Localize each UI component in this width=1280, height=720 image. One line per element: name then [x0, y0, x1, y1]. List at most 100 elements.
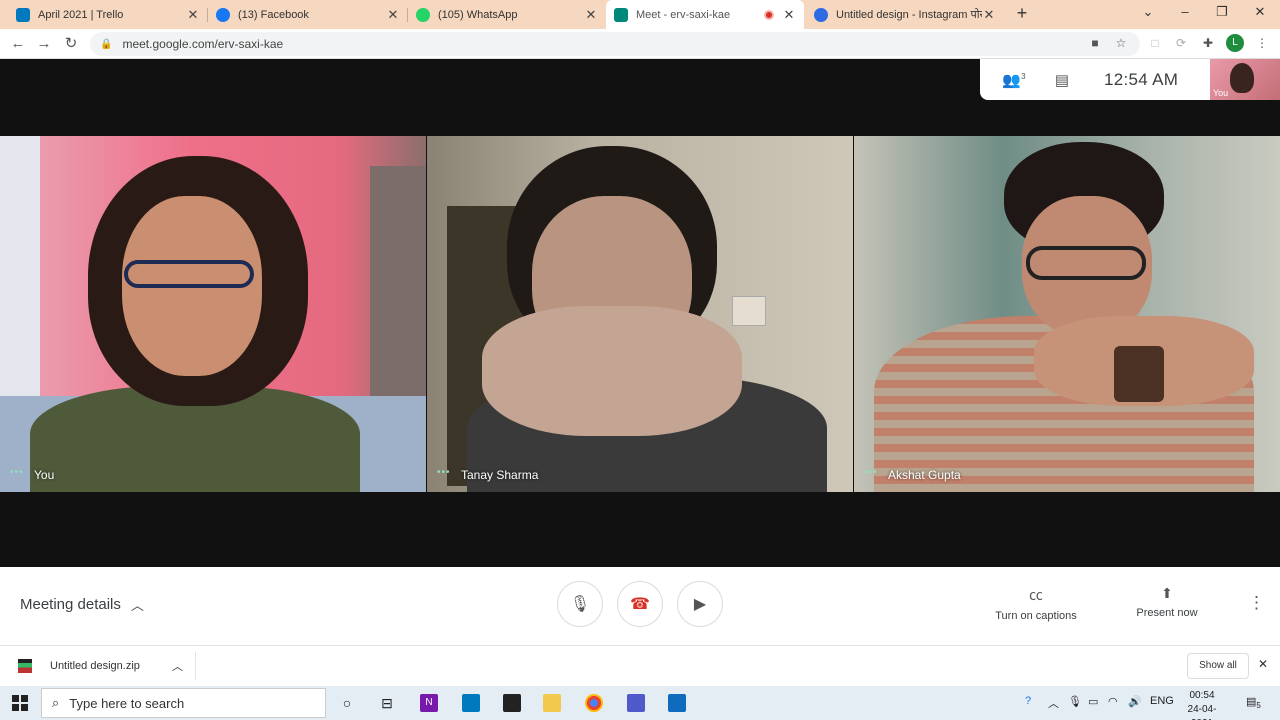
canva-icon: [814, 7, 828, 22]
hang-up-icon: ☎: [630, 596, 650, 613]
participant-name: Tanay Sharma: [461, 468, 539, 482]
tab-meet[interactable]: Meet - erv-saxi-kae ✕: [606, 0, 804, 29]
sticky-notes-icon[interactable]: [503, 694, 521, 712]
tab-whatsapp[interactable]: (105) WhatsApp ✕: [408, 0, 606, 29]
lock-icon: 🔒: [100, 38, 113, 50]
meet-icon: [614, 7, 628, 22]
close-icon[interactable]: ✕: [982, 7, 996, 23]
volume-icon[interactable]: 🔊: [1128, 695, 1142, 708]
participant-tile[interactable]: ••• You: [0, 136, 426, 492]
audio-indicator-icon: •••: [10, 467, 24, 478]
facebook-icon: [216, 7, 230, 22]
taskbar-search-input[interactable]: ⌕ Type here to search: [41, 688, 326, 718]
file-explorer-icon[interactable]: [543, 694, 561, 712]
audio-indicator-icon: •••: [864, 467, 878, 478]
more-options-icon[interactable]: ⋮: [1248, 593, 1265, 613]
extension-icon[interactable]: ⟳: [1173, 36, 1189, 50]
maximize-button[interactable]: ❐: [1212, 4, 1232, 20]
close-window-button[interactable]: ✕: [1250, 4, 1270, 20]
help-icon[interactable]: ?: [1025, 695, 1031, 707]
profile-avatar[interactable]: L: [1226, 34, 1244, 52]
recording-icon: [764, 9, 774, 20]
camera-button[interactable]: ▶: [677, 581, 723, 627]
close-icon[interactable]: ✕: [186, 7, 200, 23]
windows-start-icon[interactable]: [12, 695, 28, 711]
close-icon[interactable]: ✕: [386, 7, 400, 23]
forward-icon[interactable]: →: [34, 34, 54, 54]
people-icon[interactable]: 👥3: [1000, 71, 1028, 89]
trello-icon: [16, 7, 30, 22]
meeting-details-button[interactable]: Meeting details ︿: [20, 595, 144, 614]
cortana-icon[interactable]: ○: [338, 694, 356, 712]
tab-search-icon[interactable]: ⌄: [1138, 4, 1158, 20]
chevron-up-icon: ︿: [130, 598, 144, 613]
browser-tabstrip: April 2021 | Trello ✕ (13) Facebook ✕ (1…: [0, 0, 1280, 29]
teams-icon[interactable]: [627, 694, 645, 712]
participant-name: Akshat Gupta: [888, 468, 961, 482]
windows-taskbar: ⌕ Type here to search ○ ⊟ N ? ︿ 🎙 ▭ ◠ 🔊 …: [0, 686, 1280, 720]
calendar-icon[interactable]: [668, 694, 686, 712]
back-icon[interactable]: ←: [8, 34, 28, 54]
new-tab-button[interactable]: +: [1012, 3, 1032, 25]
download-item[interactable]: Untitled design.zip ︿: [10, 652, 196, 680]
captions-button[interactable]: ㏄ Turn on captions: [990, 585, 1082, 622]
chrome-icon[interactable]: [585, 694, 603, 712]
microphone-button[interactable]: 🎙: [557, 581, 603, 627]
bookmark-star-icon[interactable]: ☆: [1113, 36, 1129, 50]
notification-icon[interactable]: ▤5: [1246, 695, 1261, 710]
download-filename: Untitled design.zip: [50, 660, 140, 672]
camera-icon[interactable]: ■: [1087, 36, 1103, 50]
wifi-icon[interactable]: ◠: [1108, 695, 1118, 708]
close-icon[interactable]: ✕: [584, 7, 598, 23]
present-now-button[interactable]: ⬆ Present now: [1130, 585, 1204, 619]
address-bar[interactable]: 🔒 meet.google.com/erv-saxi-kae: [90, 32, 1140, 56]
extension-icon[interactable]: □: [1147, 36, 1163, 50]
minimize-button[interactable]: –: [1175, 4, 1195, 19]
trello-app-icon[interactable]: [462, 694, 480, 712]
chevron-up-icon[interactable]: ︿: [172, 658, 183, 674]
tab-title: Untitled design - Instagram पोस्ट: [836, 9, 982, 21]
microphone-icon: 🎙: [569, 596, 591, 613]
browser-menu-icon[interactable]: ⋮: [1254, 36, 1270, 50]
clock-time: 00:54: [1189, 690, 1215, 701]
tab-title: April 2021 | Trello: [38, 8, 124, 21]
task-view-icon[interactable]: ⊟: [378, 694, 396, 712]
meet-controls-bar: Meeting details ︿ 🎙 ☎ ▶ ㏄ Turn on captio…: [0, 567, 1280, 645]
tab-title: (13) Facebook: [238, 8, 309, 21]
extensions-puzzle-icon[interactable]: ✚: [1200, 36, 1216, 50]
search-placeholder: Type here to search: [69, 695, 185, 711]
chevron-up-icon[interactable]: ︿: [1048, 695, 1059, 711]
microphone-tray-icon[interactable]: 🎙: [1068, 695, 1082, 708]
download-shelf: Untitled design.zip ︿ Show all ✕: [0, 645, 1280, 686]
url-text: meet.google.com/erv-saxi-kae: [122, 37, 284, 51]
captions-icon: ㏄: [1029, 587, 1043, 603]
captions-label: Turn on captions: [995, 610, 1077, 622]
meeting-details-label: Meeting details: [20, 596, 121, 613]
browser-toolbar: ← → ↻ 🔒 meet.google.com/erv-saxi-kae ■ ☆…: [0, 29, 1280, 59]
tab-title: (105) WhatsApp: [438, 8, 518, 21]
audio-indicator-icon: •••: [437, 467, 451, 478]
meet-clock: 12:54 AM: [1104, 69, 1179, 89]
tab-facebook[interactable]: (13) Facebook ✕: [208, 0, 408, 29]
chat-icon[interactable]: ▤: [1048, 71, 1076, 89]
participant-tile[interactable]: ••• Akshat Gupta: [854, 136, 1280, 492]
participant-tile[interactable]: ••• Tanay Sharma: [427, 136, 853, 492]
whatsapp-icon: [416, 7, 430, 22]
self-label: You: [1213, 88, 1229, 98]
battery-icon[interactable]: ▭: [1088, 695, 1098, 708]
meet-info-panel: 👥3 ▤ 12:54 AM: [980, 59, 1210, 100]
self-view-thumbnail[interactable]: You: [1210, 59, 1280, 100]
video-camera-icon: ▶: [693, 596, 707, 613]
end-call-button[interactable]: ☎: [617, 581, 663, 627]
tab-trello[interactable]: April 2021 | Trello ✕: [8, 0, 208, 29]
onenote-icon[interactable]: N: [420, 694, 438, 712]
tab-canva[interactable]: Untitled design - Instagram पोस्ट ✕: [806, 0, 1004, 29]
present-screen-icon: ⬆: [1161, 585, 1173, 601]
close-icon[interactable]: ✕: [782, 7, 796, 23]
language-indicator[interactable]: ENG: [1150, 695, 1174, 707]
clock-date: 24-04-2021: [1187, 704, 1217, 720]
show-all-button[interactable]: Show all: [1187, 653, 1249, 679]
reload-icon[interactable]: ↻: [61, 34, 81, 54]
close-icon[interactable]: ✕: [1258, 657, 1268, 671]
taskbar-clock[interactable]: 00:54 24-04-2021: [1178, 689, 1226, 720]
